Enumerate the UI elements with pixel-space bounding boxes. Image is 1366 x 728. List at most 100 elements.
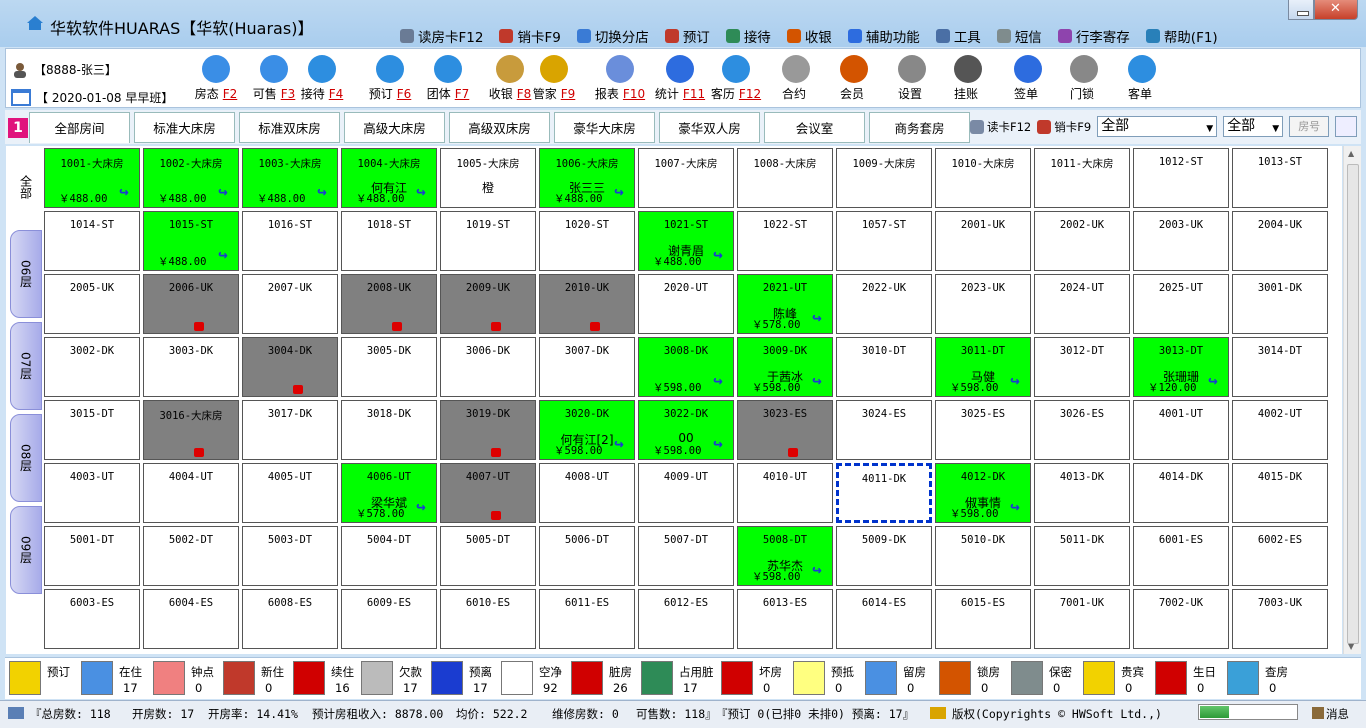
- room-cell[interactable]: 2009-UK: [440, 274, 536, 334]
- room-cell[interactable]: 3009-DK 于茜冰 ￥598.00 ↪: [737, 337, 833, 397]
- tab-1[interactable]: 标准大床房: [134, 112, 235, 143]
- room-cell[interactable]: 3016-大床房: [143, 400, 239, 460]
- room-cell[interactable]: 7003-UK: [1232, 589, 1328, 649]
- room-cell[interactable]: 3002-DK: [44, 337, 140, 397]
- room-cell[interactable]: 1001-大床房 ￥488.00 ↪: [44, 148, 140, 208]
- room-cell[interactable]: 1022-ST: [737, 211, 833, 271]
- room-cell[interactable]: 1008-大床房: [737, 148, 833, 208]
- room-cell[interactable]: 2022-UK: [836, 274, 932, 334]
- room-cell[interactable]: 3007-DK: [539, 337, 635, 397]
- room-cell[interactable]: 3012-DT: [1034, 337, 1130, 397]
- floor-tab-4[interactable]: 09层: [10, 506, 42, 594]
- toolbar-button-16[interactable]: 客单: [1112, 55, 1172, 102]
- room-cell[interactable]: 3025-ES: [935, 400, 1031, 460]
- message-button[interactable]: 消息: [1326, 706, 1349, 722]
- filter-select-1[interactable]: 全部: [1097, 116, 1218, 139]
- top-menu-item-9[interactable]: 行李寄存: [1057, 26, 1130, 46]
- room-cell[interactable]: 4015-DK: [1232, 463, 1328, 523]
- room-cell[interactable]: 6009-ES: [341, 589, 437, 649]
- room-cell[interactable]: 2003-UK: [1133, 211, 1229, 271]
- room-cell[interactable]: 6004-ES: [143, 589, 239, 649]
- room-cell[interactable]: 4013-DK: [1034, 463, 1130, 523]
- room-cell[interactable]: 4007-UT: [440, 463, 536, 523]
- legend-item-0[interactable]: 预订: [9, 661, 79, 697]
- room-cell[interactable]: 4004-UT: [143, 463, 239, 523]
- room-cell[interactable]: 3010-DT: [836, 337, 932, 397]
- room-cell[interactable]: 5004-DT: [341, 526, 437, 586]
- room-cell[interactable]: 3018-DK: [341, 400, 437, 460]
- minimize-button[interactable]: [1288, 0, 1314, 20]
- room-cell[interactable]: 1010-大床房: [935, 148, 1031, 208]
- floor-tab-0[interactable]: 全部: [10, 154, 42, 220]
- room-cell[interactable]: 2005-UK: [44, 274, 140, 334]
- room-cell[interactable]: 1012-ST: [1133, 148, 1229, 208]
- room-cell[interactable]: 4011-DK: [836, 463, 932, 523]
- room-cell[interactable]: 3022-DK 00 ￥598.00 ↪: [638, 400, 734, 460]
- room-cell[interactable]: 3024-ES: [836, 400, 932, 460]
- room-cell[interactable]: 1002-大床房 ￥488.00 ↪: [143, 148, 239, 208]
- top-menu-item-0[interactable]: 读房卡F12: [400, 26, 483, 46]
- room-cell[interactable]: 5006-DT: [539, 526, 635, 586]
- room-cell[interactable]: 2004-UK: [1232, 211, 1328, 271]
- room-cell[interactable]: 3003-DK: [143, 337, 239, 397]
- close-button[interactable]: [1314, 0, 1358, 20]
- room-cell[interactable]: 1005-大床房橙: [440, 148, 536, 208]
- room-cell[interactable]: 3004-DK: [242, 337, 338, 397]
- tab-8[interactable]: 商务套房: [869, 112, 970, 143]
- room-cell[interactable]: 6003-ES: [44, 589, 140, 649]
- room-cell[interactable]: 2020-UT: [638, 274, 734, 334]
- room-cell[interactable]: 3008-DK ￥598.00 ↪: [638, 337, 734, 397]
- toolbar-button-12[interactable]: 设置: [882, 55, 942, 102]
- toolbar-button-0[interactable]: 房态 F2: [186, 55, 246, 102]
- room-cell[interactable]: 2010-UK: [539, 274, 635, 334]
- legend-item-10[interactable]: 坏房 0: [721, 661, 791, 697]
- top-menu-item-8[interactable]: 短信: [996, 26, 1042, 46]
- room-cell[interactable]: 1019-ST: [440, 211, 536, 271]
- room-cell[interactable]: 4002-UT: [1232, 400, 1328, 460]
- room-cell[interactable]: 1003-大床房 ￥488.00 ↪: [242, 148, 338, 208]
- room-cell[interactable]: 5002-DT: [143, 526, 239, 586]
- room-cell[interactable]: 5003-DT: [242, 526, 338, 586]
- room-cell[interactable]: 2008-UK: [341, 274, 437, 334]
- room-cell[interactable]: 3011-DT 马健 ￥598.00 ↪: [935, 337, 1031, 397]
- floor-tab-1[interactable]: 06层: [10, 230, 42, 318]
- top-menu-item-4[interactable]: 接待: [725, 26, 771, 46]
- legend-item-7[interactable]: 空净 92: [501, 661, 571, 697]
- room-cell[interactable]: 2007-UK: [242, 274, 338, 334]
- room-cell[interactable]: 6014-ES: [836, 589, 932, 649]
- toolbar-button-15[interactable]: 门锁: [1054, 55, 1114, 102]
- cancel-card-button[interactable]: 销卡F9: [1037, 119, 1091, 135]
- top-menu-item-5[interactable]: 收银: [786, 26, 832, 46]
- toolbar-button-9[interactable]: 客历 F12: [706, 55, 766, 102]
- room-cell[interactable]: 4008-UT: [539, 463, 635, 523]
- refresh-icon[interactable]: [1335, 116, 1358, 137]
- room-cell[interactable]: 1021-ST 谢青眉 ￥488.00 ↪: [638, 211, 734, 271]
- room-cell[interactable]: 3014-DT: [1232, 337, 1328, 397]
- toolbar-button-7[interactable]: 报表 F10: [590, 55, 650, 102]
- room-cell[interactable]: 2006-UK: [143, 274, 239, 334]
- legend-item-15[interactable]: 贵宾 0: [1083, 661, 1153, 697]
- room-cell[interactable]: 6008-ES: [242, 589, 338, 649]
- toolbar-button-4[interactable]: 团体 F7: [418, 55, 478, 102]
- top-menu-item-1[interactable]: 销卡F9: [499, 26, 561, 46]
- legend-item-5[interactable]: 欠款 17: [361, 661, 431, 697]
- room-cell[interactable]: 6002-ES: [1232, 526, 1328, 586]
- top-menu-item-7[interactable]: 工具: [935, 26, 981, 46]
- room-cell[interactable]: 1018-ST: [341, 211, 437, 271]
- room-cell[interactable]: 5005-DT: [440, 526, 536, 586]
- room-cell[interactable]: 1013-ST: [1232, 148, 1328, 208]
- legend-item-3[interactable]: 新住 0: [223, 661, 293, 697]
- legend-item-14[interactable]: 保密 0: [1011, 661, 1081, 697]
- legend-item-16[interactable]: 生日 0: [1155, 661, 1225, 697]
- room-cell[interactable]: 1015-ST ￥488.00 ↪: [143, 211, 239, 271]
- toolbar-button-10[interactable]: 合约: [766, 55, 826, 102]
- toolbar-button-11[interactable]: 会员: [824, 55, 884, 102]
- room-cell[interactable]: 4001-UT: [1133, 400, 1229, 460]
- room-cell[interactable]: 3026-ES: [1034, 400, 1130, 460]
- legend-item-17[interactable]: 查房 0: [1227, 661, 1297, 697]
- toolbar-button-8[interactable]: 统计 F11: [650, 55, 710, 102]
- room-cell[interactable]: 7001-UK: [1034, 589, 1130, 649]
- room-cell[interactable]: 4005-UT: [242, 463, 338, 523]
- read-card-button[interactable]: 读卡F12: [970, 119, 1031, 135]
- tab-2[interactable]: 标准双床房: [239, 112, 340, 143]
